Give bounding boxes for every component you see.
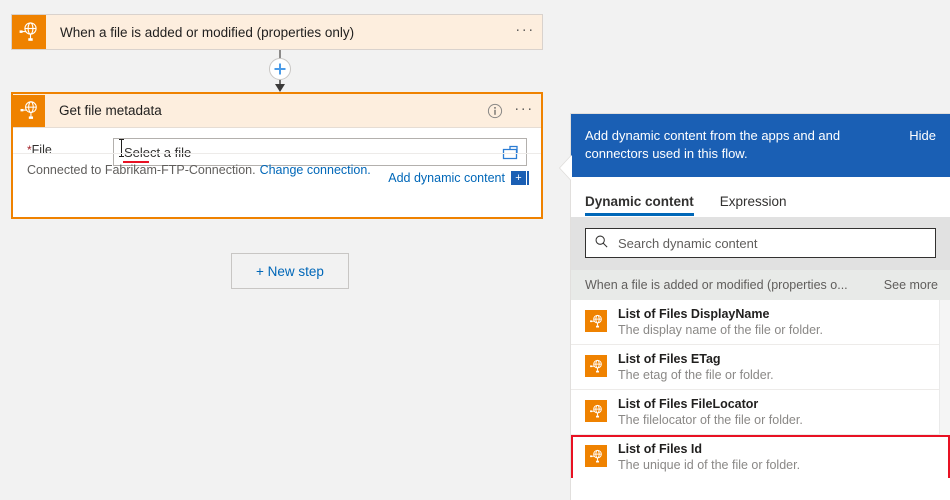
search-input-placeholder: Search dynamic content [618,236,757,251]
connection-status-row: Connected to Fabrikam-FTP-Connection. Ch… [13,153,541,185]
ftp-connector-icon [585,445,607,467]
connection-status-text: Connected to Fabrikam-FTP-Connection. [27,163,256,177]
list-item-texts: List of Files ETag The etag of the file … [618,352,774,383]
dynamic-content-panel-description: Add dynamic content from the apps and an… [585,127,909,163]
list-item-highlighted[interactable]: List of Files Id The unique id of the fi… [571,435,950,478]
list-item-description: The unique id of the file or folder. [618,457,800,473]
tab-dynamic-content[interactable]: Dynamic content [585,194,694,216]
trigger-card[interactable]: When a file is added or modified (proper… [11,14,543,50]
list-item-title: List of Files DisplayName [618,307,823,322]
action-card-get-file-metadata[interactable]: Get file metadata ··· *File Select a fil… [11,92,543,219]
ftp-connector-icon [585,400,607,422]
flow-designer-canvas: When a file is added or modified (proper… [0,0,560,500]
list-item-texts: List of Files Id The unique id of the fi… [618,442,800,473]
dynamic-content-group-header: When a file is added or modified (proper… [571,270,950,300]
search-area: Search dynamic content [571,217,950,270]
hide-panel-button[interactable]: Hide [909,127,936,143]
dynamic-content-panel: Add dynamic content from the apps and an… [571,114,950,500]
dynamic-content-list: List of Files DisplayName The display na… [571,300,950,478]
action-more-menu-button[interactable]: ··· [507,101,541,121]
dynamic-content-panel-tabs: Dynamic content Expression [571,177,950,217]
ftp-connector-icon [585,355,607,377]
action-card-header: Get file metadata ··· [13,94,541,128]
dynamic-content-panel-header: Add dynamic content from the apps and an… [571,114,950,177]
list-item-title: List of Files ETag [618,352,774,367]
search-input[interactable]: Search dynamic content [585,228,936,258]
ftp-connector-icon [585,310,607,332]
list-item-description: The filelocator of the file or folder. [618,412,803,428]
list-item-texts: List of Files FileLocator The filelocato… [618,397,803,428]
trigger-title: When a file is added or modified (proper… [46,25,508,40]
list-item[interactable]: List of Files DisplayName The display na… [571,300,950,345]
list-item-description: The display name of the file or folder. [618,322,823,338]
trigger-more-menu-button[interactable]: ··· [508,22,542,42]
list-item-texts: List of Files DisplayName The display na… [618,307,823,338]
panel-pointer-caret [560,155,572,181]
new-step-button[interactable]: + New step [231,253,349,289]
list-item-title: List of Files Id [618,442,800,457]
list-item[interactable]: List of Files FileLocator The filelocato… [571,390,950,435]
change-connection-link[interactable]: Change connection. [260,163,371,177]
tab-expression[interactable]: Expression [720,194,787,216]
group-name: When a file is added or modified (proper… [585,278,876,292]
action-card-body: *File Select a file Add dynamic content … [13,128,541,185]
search-icon [594,234,609,252]
list-item-description: The etag of the file or folder. [618,367,774,383]
add-step-connector[interactable] [264,50,296,92]
action-card-title: Get file metadata [45,103,483,118]
list-item-title: List of Files FileLocator [618,397,803,412]
list-item[interactable]: List of Files ETag The etag of the file … [571,345,950,390]
ftp-connector-icon [13,95,45,127]
info-circle-icon[interactable] [483,103,507,119]
ftp-connector-icon [12,15,46,49]
see-more-button[interactable]: See more [884,278,938,292]
